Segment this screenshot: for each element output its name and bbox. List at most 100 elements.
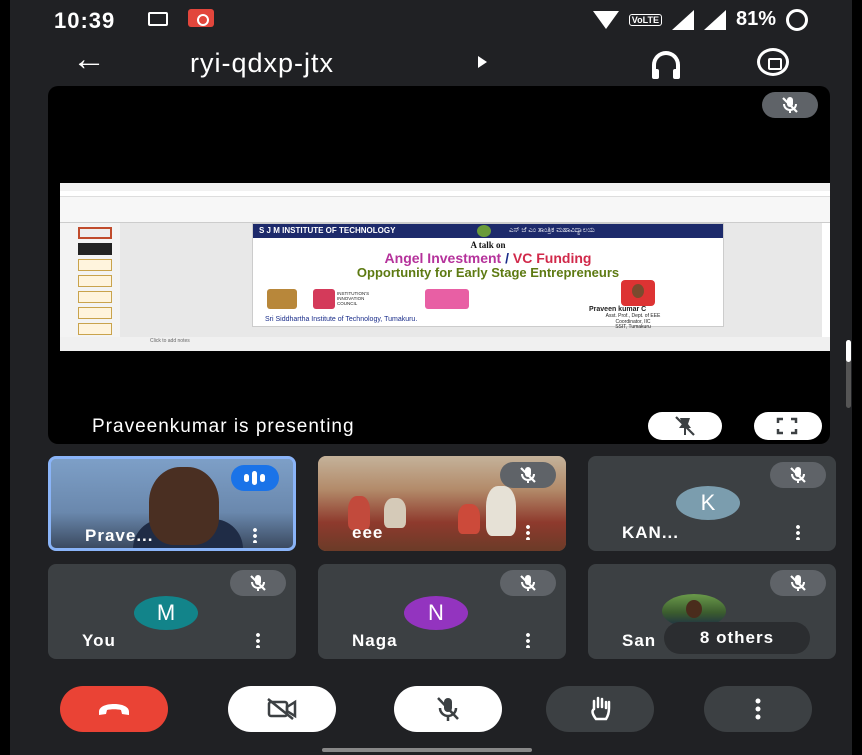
presenting-label: Praveenkumar is presenting — [92, 416, 355, 437]
iic-logo — [313, 289, 335, 309]
volte-badge: VoLTE — [628, 13, 662, 26]
participant-face — [149, 467, 219, 545]
audience-person — [486, 486, 516, 536]
more-vert-icon[interactable] — [253, 527, 257, 543]
mic-off-icon — [770, 462, 826, 488]
headphones-icon[interactable] — [652, 51, 680, 79]
others-chip[interactable]: 8 others — [664, 622, 810, 654]
home-indicator[interactable] — [322, 748, 532, 752]
participant-name: You — [82, 631, 116, 650]
slide-canvas: S J M INSTITUTE OF TECHNOLOGY ಎಸ್ ಜೆ ಎಂ … — [120, 223, 822, 347]
status-bar: 10:39 VoLTE 81% — [10, 0, 852, 38]
unpin-icon — [675, 416, 695, 436]
slide: S J M INSTITUTE OF TECHNOLOGY ಎಸ್ ಜೆ ಎಂ … — [252, 223, 724, 330]
slide-thumbnail — [78, 243, 112, 255]
raise-hand-button[interactable] — [546, 686, 654, 732]
scrollbar[interactable] — [846, 340, 851, 408]
slide-title-part2: VC Funding — [512, 250, 592, 266]
slide-title-sep: / — [501, 250, 513, 266]
slide-thumbnail — [78, 307, 112, 319]
participant-name: eee — [352, 523, 384, 542]
more-options-button[interactable] — [704, 686, 812, 732]
participant-tile[interactable]: San 8 others — [588, 564, 836, 659]
mic-off-icon — [437, 697, 459, 721]
presentation-panel: S J M INSTITUTE OF TECHNOLOGY ಎಸ್ ಜೆ ಎಂ … — [48, 86, 830, 444]
participant-tile[interactable]: M You — [48, 564, 296, 659]
mic-off-button[interactable] — [394, 686, 502, 732]
meeting-code[interactable]: ryi-qdxp-jtx — [190, 48, 334, 79]
slide-title: Angel Investment / VC Funding — [253, 250, 723, 266]
audience-person — [384, 498, 406, 528]
status-time: 10:39 — [54, 8, 116, 33]
caret-right-icon[interactable] — [478, 56, 487, 68]
participant-name: Naga — [352, 631, 398, 650]
slide-college: Sri Siddhartha Institute of Technology, … — [265, 316, 418, 323]
meeting-header: ← ryi-qdxp-jtx — [10, 38, 852, 84]
participant-name: Prave... — [85, 526, 154, 545]
slide-presenter-org: SSIT, Tumakuru — [615, 324, 651, 330]
slide-presenter-name: Praveen kumar C — [589, 306, 647, 313]
speaking-indicator-icon — [231, 465, 279, 491]
back-arrow-icon[interactable]: ← — [72, 42, 106, 76]
mic-off-icon — [230, 570, 286, 596]
signal-icon-2 — [703, 9, 726, 30]
mic-off-icon — [500, 462, 556, 488]
raise-hand-icon — [591, 696, 611, 721]
end-call-button[interactable] — [60, 686, 168, 732]
participant-avatar: K — [676, 486, 740, 520]
slide-thumbnails — [60, 223, 120, 347]
mic-off-icon — [770, 570, 826, 596]
screen-record-icon — [188, 9, 214, 27]
participant-tile[interactable]: N Naga — [318, 564, 566, 659]
slide-presenter-details: Asst. Prof., Dept. of EEE Coordinator, I… — [583, 313, 683, 331]
ssit-logo — [267, 289, 297, 309]
fullscreen-button[interactable] — [754, 412, 822, 440]
wifi-icon — [592, 10, 619, 29]
edc-logo — [425, 289, 469, 309]
more-vert-icon — [755, 698, 761, 720]
participant-tile[interactable]: eee — [318, 456, 566, 551]
participant-tile[interactable]: K KAN... — [588, 456, 836, 551]
more-vert-icon[interactable] — [526, 524, 530, 540]
participant-avatar: N — [404, 596, 468, 630]
shared-screen: S J M INSTITUTE OF TECHNOLOGY ಎಸ್ ಜೆ ಎಂ … — [60, 183, 830, 351]
presenter-photo — [621, 280, 655, 306]
meet-screen: 10:39 VoLTE 81% ← ryi-qdxp-jtx S J M INS… — [10, 0, 852, 755]
status-right: VoLTE 81% — [592, 8, 808, 31]
camera-off-icon — [267, 698, 297, 720]
participant-tile[interactable]: Prave... — [48, 456, 296, 551]
slide-thumbnail — [78, 227, 112, 239]
more-vert-icon[interactable] — [256, 632, 260, 648]
more-vert-icon[interactable] — [526, 632, 530, 648]
slide-title-part1: Angel Investment — [384, 250, 502, 266]
audience-person — [458, 504, 480, 534]
slide-iic: INSTITUTION'S INNOVATION COUNCIL — [337, 291, 370, 306]
slide-thumbnail — [78, 275, 112, 287]
slide-institute: S J M INSTITUTE OF TECHNOLOGY — [259, 226, 396, 235]
slide-thumbnail — [78, 323, 112, 335]
slide-talk-on: A talk on — [470, 240, 506, 250]
battery-icon — [786, 8, 808, 31]
slide-subtitle: Opportunity for Early Stage Entrepreneur… — [356, 265, 620, 280]
unpin-button[interactable] — [648, 412, 722, 440]
fullscreen-icon — [776, 417, 798, 435]
slide-thumbnail — [78, 291, 112, 303]
battery-percent: 81% — [735, 8, 776, 30]
end-call-icon — [99, 704, 129, 715]
ppt-title-bar — [60, 183, 830, 191]
camera-off-button[interactable] — [228, 686, 336, 732]
mic-off-icon — [500, 570, 556, 596]
participant-name: San — [622, 631, 657, 650]
camera-status-icon — [148, 12, 168, 26]
ppt-ribbon — [60, 197, 830, 223]
slide-notes: Click to add notes — [60, 337, 830, 351]
switch-camera-icon[interactable] — [757, 48, 789, 76]
presenter-mic-off-icon — [762, 92, 818, 118]
slide-thumbnail — [78, 259, 112, 271]
participant-name: KAN... — [622, 523, 679, 542]
signal-icon-1 — [671, 9, 694, 30]
more-vert-icon[interactable] — [796, 524, 800, 540]
slide-kannada: ಎಸ್ ಜೆ ಎಂ ತಾಂತ್ರಿಕ ಮಹಾವಿದ್ಯಾಲಯ — [509, 227, 595, 234]
participant-avatar: M — [134, 596, 198, 630]
college-emblem — [477, 225, 491, 237]
